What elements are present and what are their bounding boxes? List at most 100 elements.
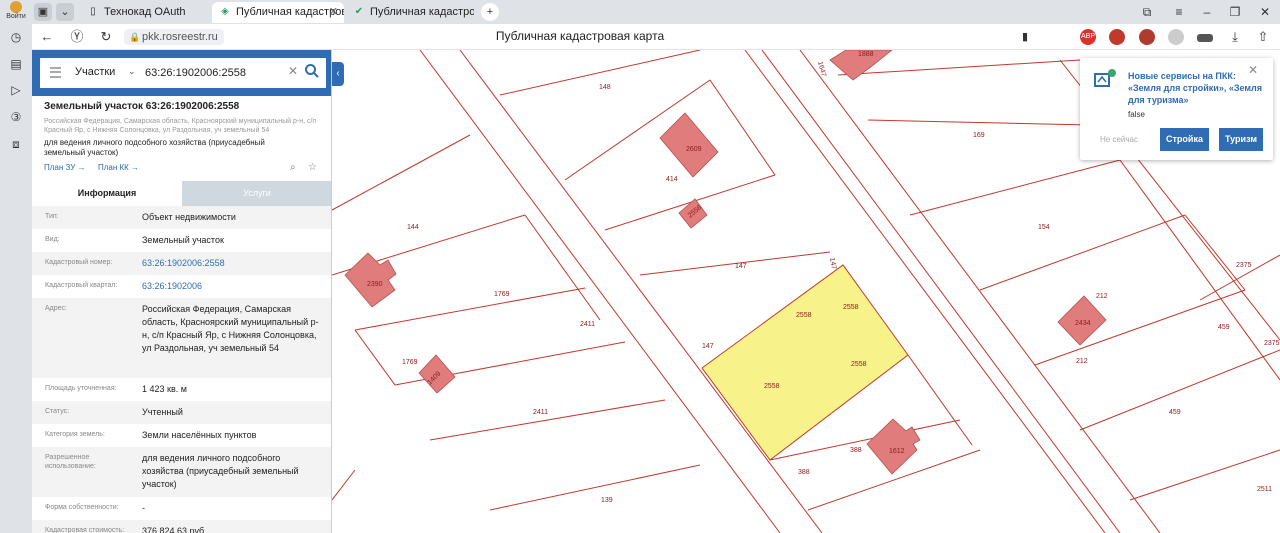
profile-button[interactable]: Войти: [4, 1, 28, 23]
stroyka-button[interactable]: Стройка: [1160, 128, 1209, 151]
parcel-label: 148: [599, 84, 611, 91]
play-icon[interactable]: ▷: [8, 82, 24, 98]
turizm-button[interactable]: Туризм: [1219, 128, 1263, 151]
parcel-label: 147: [828, 257, 837, 270]
search-icon[interactable]: [304, 63, 320, 79]
parcel-label: 2609: [686, 146, 702, 153]
attribute-row: Кадастровая стоимость: 376 824,63 руб.: [32, 520, 331, 533]
attribute-row: Разрешенное использование: для ведения ли…: [32, 447, 331, 497]
bookmark-icon[interactable]: ▮: [1016, 28, 1034, 46]
building[interactable]: [866, 418, 921, 475]
parcel-address-small: Российская Федерация, Самарская область,…: [44, 118, 317, 134]
close-window-icon[interactable]: ✕: [1256, 3, 1274, 21]
parcel-label: 147: [702, 343, 714, 350]
screenshot-icon[interactable]: ⧈: [8, 136, 24, 152]
bookmarks-icon[interactable]: ⧉: [1138, 3, 1156, 21]
parcel-label: 388: [850, 447, 862, 454]
attribute-row: Вид: Земельный участок: [32, 229, 331, 252]
restore-icon[interactable]: ❐: [1226, 3, 1244, 21]
parcel-label: 2558: [843, 304, 859, 311]
chevron-down-icon[interactable]: ⌄: [128, 66, 136, 77]
zoom-to-icon[interactable]: ⌕: [290, 162, 296, 173]
parcel-label: 169: [973, 132, 985, 139]
extension-icon[interactable]: [1197, 34, 1213, 42]
menu-icon[interactable]: ≡: [1170, 3, 1188, 21]
object-type-select[interactable]: Участки: [75, 66, 115, 78]
extension-icon[interactable]: [1139, 29, 1155, 45]
attribute-row: Тип: Объект недвижимости: [32, 206, 331, 229]
parcel-label: 2390: [367, 281, 383, 288]
info-panel: Участки ⌄ ✕ Земельный участок 63:26:1902…: [32, 50, 332, 533]
attribute-value: Объект недвижимости: [142, 212, 236, 222]
attribute-value: 376 824,63 руб.: [142, 526, 207, 533]
attribute-key: Площадь уточненная:: [45, 385, 117, 392]
attribute-key: Адрес:: [45, 305, 67, 312]
history-icon[interactable]: ◷: [8, 29, 24, 45]
counter-icon[interactable]: ③: [8, 109, 24, 125]
attribute-value: для ведения личного подсобного хозяйства…: [142, 453, 299, 489]
attribute-value: Российская Федерация, Самарская область,…: [142, 304, 319, 353]
extension-icon[interactable]: [1109, 29, 1125, 45]
notes-icon[interactable]: ▤: [8, 56, 24, 72]
parcel-label: 144: [407, 224, 419, 231]
attribute-key: Разрешенное использование:: [45, 454, 96, 470]
attribute-key: Статус:: [45, 408, 70, 415]
download-icon[interactable]: ⤓: [1226, 28, 1244, 46]
tab-label: Технокад OAuth: [104, 6, 186, 18]
selected-parcel[interactable]: [701, 264, 909, 461]
star-icon[interactable]: ☆: [308, 162, 317, 173]
popup-flag: false: [1128, 110, 1145, 119]
attribute-value: -: [142, 503, 145, 513]
popup-text: Новые сервисы на ПКК: «Земля для стройки…: [1128, 71, 1262, 105]
attribute-key: Кадастровая стоимость:: [45, 527, 125, 533]
tab-information[interactable]: Информация: [32, 181, 182, 206]
parcel-label: 414: [666, 176, 678, 183]
parcel-label: 2411: [580, 321, 595, 328]
page-title: Публичная кадастровая карта: [495, 29, 665, 43]
search-box: Участки ⌄ ✕: [40, 58, 326, 88]
attribute-row: Статус: Учтенный: [32, 401, 331, 424]
tab-services[interactable]: Услуги: [182, 181, 331, 206]
parcel-label: 459: [1218, 324, 1230, 331]
close-icon[interactable]: ✕: [1248, 63, 1258, 77]
parcel-label: 139: [601, 497, 613, 504]
search-input[interactable]: [145, 64, 285, 82]
browser-tab-bar: Войти ▣ ⌄ ▯ Технокад OAuth ◈ Публичная к…: [0, 0, 1280, 24]
menu-icon[interactable]: [50, 67, 61, 78]
tab-pkk[interactable]: ✔ Публичная кадастровая: [346, 2, 474, 23]
parcel-label: 1888: [858, 51, 874, 58]
adblock-icon[interactable]: ABP: [1080, 29, 1096, 45]
tab-technokad[interactable]: ▯ Технокад OAuth: [80, 2, 208, 23]
close-tab-icon[interactable]: ✕: [329, 2, 338, 22]
parcel-label: 212: [1096, 293, 1108, 300]
parcel-label: 388: [798, 469, 810, 476]
plan-zu-link[interactable]: План ЗУ →: [44, 163, 86, 172]
rosreestr-icon: ◈: [221, 6, 229, 17]
clear-icon[interactable]: ✕: [288, 64, 298, 78]
tab-pkk-active[interactable]: ◈ Публичная кадастровая ✕: [212, 2, 344, 23]
attribute-value: Учтенный: [142, 407, 183, 417]
chevron-down-icon[interactable]: ⌄: [56, 3, 74, 21]
collapse-panel-button[interactable]: ‹: [332, 62, 344, 86]
attribute-value[interactable]: 63:26:1902006:2558: [142, 257, 322, 270]
attribute-row: Кадастровый квартал: 63:26:1902006: [32, 275, 331, 298]
extension-icon[interactable]: [1168, 29, 1184, 45]
tab-groups-icon[interactable]: ▣: [34, 3, 52, 21]
building[interactable]: [659, 112, 719, 178]
parcel-title: Земельный участок 63:26:1902006:2558: [44, 101, 240, 112]
building[interactable]: [344, 252, 397, 308]
parcel-label: 147: [735, 263, 747, 270]
new-tab-button[interactable]: +: [481, 3, 499, 21]
parcel-label: 1769: [494, 291, 510, 298]
plan-kk-link[interactable]: План КК →: [98, 163, 139, 172]
attribute-value: 1 423 кв. м: [142, 384, 187, 394]
attribute-key: Вид:: [45, 236, 60, 243]
attribute-value[interactable]: 63:26:1902006: [142, 280, 322, 293]
parcel-label: 2511: [1257, 486, 1272, 493]
minimize-icon[interactable]: –: [1198, 3, 1216, 21]
share-icon[interactable]: ⇧: [1254, 28, 1272, 46]
document-icon: ▯: [90, 6, 96, 17]
not-now-button[interactable]: Не сейчас: [1100, 135, 1138, 144]
parcel-label: 154: [1038, 224, 1050, 231]
attribute-key: Категория земель:: [45, 431, 105, 438]
